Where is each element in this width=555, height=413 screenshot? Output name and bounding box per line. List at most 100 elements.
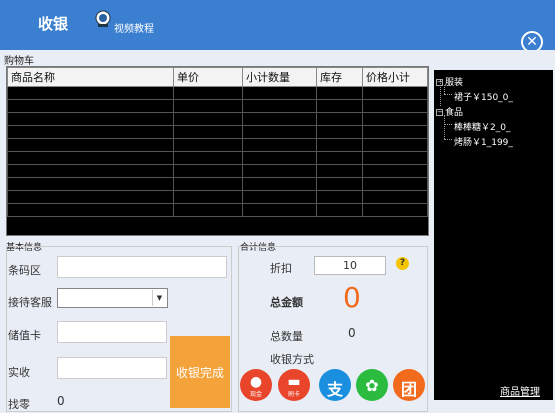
table-cell[interactable] [7,164,174,178]
collapse-icon[interactable]: − [436,109,443,116]
chevron-down-icon[interactable]: ▼ [152,290,166,306]
received-label: 实收 [8,366,30,379]
column-header-name[interactable]: 商品名称 [7,67,174,87]
table-cell[interactable] [362,151,428,165]
card-payment-button[interactable]: ▬ 刷卡 [278,369,310,401]
cash-payment-button[interactable]: ● 现金 [240,369,272,401]
cart-group-label: 购物车 [4,56,34,67]
table-cell[interactable] [362,138,428,152]
table-cell[interactable] [7,177,174,191]
table-cell[interactable] [173,112,243,126]
column-header-price[interactable]: 单价 [173,67,243,87]
table-cell[interactable] [173,86,243,100]
barcode-label: 条码区 [8,264,41,277]
tree-category-food[interactable]: − 食品 [436,105,463,118]
table-row[interactable] [7,125,428,139]
table-cell[interactable] [362,190,428,204]
table-row[interactable] [7,177,428,191]
table-row[interactable] [7,138,428,152]
card-input[interactable] [57,321,167,343]
column-header-qty[interactable]: 小计数量 [242,67,317,87]
table-cell[interactable] [7,86,174,100]
table-cell[interactable] [7,112,174,126]
alipay-button[interactable]: 支 [319,369,351,401]
table-cell[interactable] [362,112,428,126]
table-cell[interactable] [362,99,428,113]
table-cell[interactable] [242,164,317,178]
table-cell[interactable] [7,203,174,217]
table-row[interactable] [7,151,428,165]
total-amount-value: 0 [343,281,361,314]
barcode-input[interactable] [57,256,227,278]
product-management-link[interactable]: 商品管理 [500,383,540,398]
app-title: 收银 [38,15,69,33]
column-header-stock[interactable]: 库存 [316,67,363,87]
table-row[interactable] [7,203,428,217]
table-cell[interactable] [316,164,363,178]
discount-input[interactable]: 10 [314,256,386,275]
table-cell[interactable] [242,86,317,100]
collapse-icon[interactable]: − [436,79,443,86]
table-row[interactable] [7,99,428,113]
tree-item[interactable]: 裙子￥150_0_ [454,90,513,103]
table-cell[interactable] [173,99,243,113]
tree-item[interactable]: 烤肠￥1_199_ [454,135,513,148]
tree-category-clothing[interactable]: − 服装 [436,75,463,88]
table-cell[interactable] [316,190,363,204]
table-cell[interactable] [173,190,243,204]
received-input[interactable] [57,357,167,379]
table-cell[interactable] [242,138,317,152]
discount-label: 折扣 [270,262,292,275]
table-cell[interactable] [316,138,363,152]
table-cell[interactable] [242,190,317,204]
table-cell[interactable] [7,151,174,165]
column-header-subtotal[interactable]: 价格小计 [362,67,428,87]
total-count-value: 0 [348,326,356,340]
change-value: 0 [57,394,65,408]
product-tree[interactable]: − 服装 裙子￥150_0_ − 食品 棒棒糖￥2_0_ 烤肠￥1_199_ [434,70,553,400]
table-cell[interactable] [7,99,174,113]
table-cell[interactable] [173,125,243,139]
table-cell[interactable] [173,177,243,191]
wechat-icon: ✿ [365,376,379,395]
table-cell[interactable] [316,99,363,113]
help-icon[interactable]: ? [396,257,409,270]
table-cell[interactable] [7,138,174,152]
table-cell[interactable] [362,86,428,100]
wechat-pay-button[interactable]: ✿ [356,369,388,401]
table-cell[interactable] [362,164,428,178]
table-row[interactable] [7,190,428,204]
table-cell[interactable] [316,125,363,139]
table-cell[interactable] [316,151,363,165]
table-cell[interactable] [316,112,363,126]
table-row[interactable] [7,164,428,178]
tree-item[interactable]: 棒棒糖￥2_0_ [454,120,510,133]
table-cell[interactable] [242,203,317,217]
table-cell[interactable] [242,112,317,126]
table-cell[interactable] [7,125,174,139]
table-row[interactable] [7,112,428,126]
table-cell[interactable] [316,177,363,191]
table-cell[interactable] [362,177,428,191]
table-cell[interactable] [242,151,317,165]
table-cell[interactable] [173,138,243,152]
table-cell[interactable] [173,203,243,217]
table-cell[interactable] [242,99,317,113]
table-cell[interactable] [362,125,428,139]
close-icon: ✕ [526,34,538,50]
table-cell[interactable] [242,125,317,139]
table-cell[interactable] [173,151,243,165]
table-cell[interactable] [173,164,243,178]
table-cell[interactable] [316,203,363,217]
cash-icon: ● [249,374,263,390]
table-cell[interactable] [7,190,174,204]
cart-table[interactable]: 商品名称 单价 小计数量 库存 价格小计 [6,66,429,236]
table-row[interactable] [7,86,428,100]
table-cell[interactable] [316,86,363,100]
groupbuy-button[interactable]: 团 [393,369,425,401]
table-cell[interactable] [362,203,428,217]
staff-select[interactable]: ▼ [57,288,168,308]
table-cell[interactable] [242,177,317,191]
checkout-button[interactable]: 收银完成 [170,336,230,408]
total-amount-label: 总金额 [270,296,303,309]
